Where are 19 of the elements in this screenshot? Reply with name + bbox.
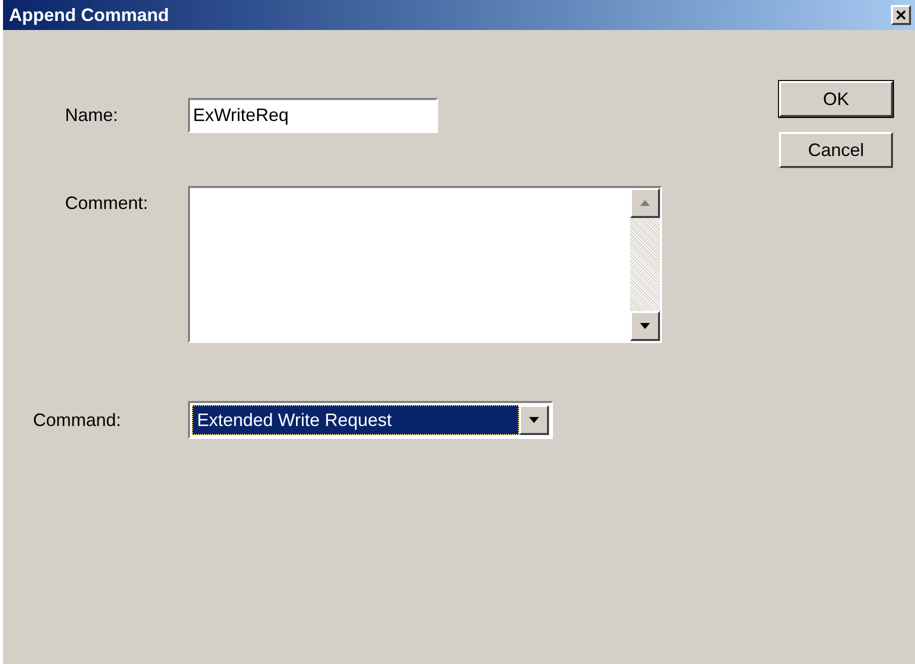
command-dropdown[interactable]: Extended Write Request (188, 401, 553, 439)
scroll-down-button[interactable] (630, 311, 660, 341)
close-button[interactable] (891, 5, 911, 25)
scroll-up-button[interactable] (630, 188, 660, 218)
command-label: Command: (32, 408, 122, 432)
down-arrow-icon (639, 322, 651, 330)
close-icon (896, 10, 906, 20)
name-field[interactable]: ExWriteReq (188, 98, 438, 133)
scrollbar[interactable] (630, 188, 660, 341)
window-title: Append Command (9, 4, 169, 27)
dialog-button[interactable]: Cancel (779, 132, 893, 168)
command-value: Extended Write Request (192, 405, 519, 435)
up-arrow-icon (639, 199, 651, 207)
comment-label: Comment: (64, 192, 150, 215)
comment-field[interactable] (188, 186, 662, 343)
dropdown-button[interactable] (519, 405, 549, 435)
down-arrow-icon (528, 416, 540, 424)
dialog-button[interactable]: OK (779, 81, 893, 117)
name-label: Name: (64, 104, 120, 127)
